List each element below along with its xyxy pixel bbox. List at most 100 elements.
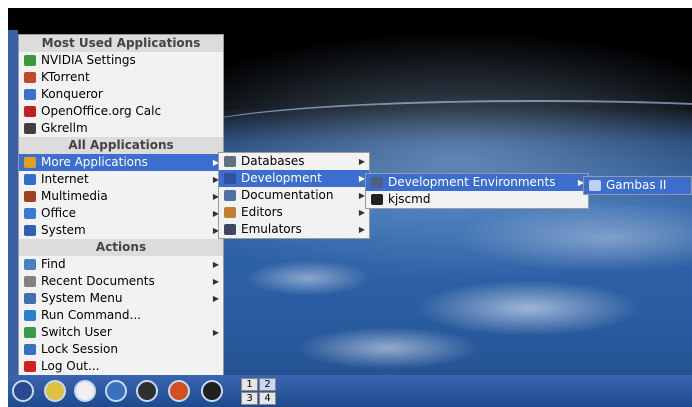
submenu-arrow-icon: ▶: [358, 157, 365, 166]
pclinuxos-menu-icon[interactable]: [12, 380, 34, 402]
find-icon: [24, 259, 36, 270]
menu-item-internet[interactable]: Internet ▶: [19, 171, 223, 188]
menu-item-find[interactable]: Find ▶: [19, 256, 223, 273]
submenu-arrow-icon: ▶: [212, 277, 219, 286]
taskbar: 1 2 3 4: [8, 375, 692, 407]
all-apps-header: All Applications: [19, 137, 223, 154]
editors-icon: [224, 207, 236, 218]
dev-env-submenu: Gambas II: [583, 176, 692, 195]
network-icon[interactable]: [136, 380, 158, 402]
menu-item-konqueror[interactable]: Konqueror: [19, 86, 223, 103]
development-icon: [224, 173, 236, 184]
menu-item-multimedia[interactable]: Multimedia ▶: [19, 188, 223, 205]
menu-item-switch-user[interactable]: Switch User ▶: [19, 324, 223, 341]
menu-item-more-applications-label: More Applications: [41, 155, 148, 169]
main-menu: Most Used Applications NVIDIA Settings KT…: [18, 34, 224, 376]
desktop-1-button[interactable]: 1: [241, 378, 258, 391]
gambas-icon: [589, 180, 601, 191]
menu-item-internet-label: Internet: [41, 172, 89, 186]
submenu-item-gambas-ii[interactable]: Gambas II: [584, 177, 691, 194]
system-icon: [24, 225, 36, 236]
databases-icon: [224, 156, 236, 167]
menu-item-office[interactable]: Office ▶: [19, 205, 223, 222]
menu-item-switch-user-label: Switch User: [41, 325, 112, 339]
submenu-item-development-environments-label: Development Environments: [388, 175, 556, 189]
submenu-item-gambas-ii-label: Gambas II: [606, 178, 667, 192]
menu-item-ktorrent[interactable]: KTorrent: [19, 69, 223, 86]
control-center-icon[interactable]: [105, 380, 127, 402]
home-icon[interactable]: [74, 380, 96, 402]
submenu-item-editors-label: Editors: [241, 205, 283, 219]
calc-icon: [24, 106, 36, 117]
menu-item-system-menu[interactable]: System Menu ▶: [19, 290, 223, 307]
submenu-item-documentation[interactable]: Documentation ▶: [219, 187, 369, 204]
submenu-arrow-icon: ▶: [212, 294, 219, 303]
menu-item-ktorrent-label: KTorrent: [41, 70, 90, 84]
logout-icon: [24, 361, 36, 372]
menu-item-more-applications[interactable]: More Applications ▶: [19, 154, 223, 171]
submenu-item-emulators[interactable]: Emulators ▶: [219, 221, 369, 238]
submenu-item-kjscmd[interactable]: kjscmd: [366, 191, 588, 208]
terminal-icon: [371, 194, 383, 205]
menu-item-system[interactable]: System ▶: [19, 222, 223, 239]
desktop-2-button[interactable]: 2: [259, 378, 276, 391]
menu-sidebar: [8, 30, 18, 375]
submenu-arrow-icon: ▶: [358, 225, 365, 234]
office-icon: [24, 208, 36, 219]
submenu-item-development-environments[interactable]: Development Environments ▶: [366, 174, 588, 191]
lock-icon: [24, 344, 36, 355]
switch-user-icon: [24, 327, 36, 338]
ktorrent-icon: [24, 72, 36, 83]
gkrellm-icon: [24, 123, 36, 134]
menu-item-log-out-label: Log Out...: [41, 359, 100, 373]
text-editor-icon[interactable]: [44, 380, 66, 402]
submenu-item-kjscmd-label: kjscmd: [388, 192, 431, 206]
submenu-arrow-icon: ▶: [212, 260, 219, 269]
firefox-icon[interactable]: [168, 380, 190, 402]
menu-item-gkrellm[interactable]: Gkrellm: [19, 120, 223, 137]
power-icon[interactable]: [201, 380, 223, 402]
most-used-header: Most Used Applications: [19, 35, 223, 52]
more-apps-icon: [24, 157, 36, 168]
menu-item-system-menu-label: System Menu: [41, 291, 123, 305]
actions-header: Actions: [19, 239, 223, 256]
menu-item-system-label: System: [41, 223, 86, 237]
submenu-item-emulators-label: Emulators: [241, 222, 302, 236]
documentation-icon: [224, 190, 236, 201]
menu-item-nvidia-settings[interactable]: NVIDIA Settings: [19, 52, 223, 69]
menu-item-konqueror-label: Konqueror: [41, 87, 103, 101]
multimedia-icon: [24, 191, 36, 202]
menu-item-nvidia-settings-label: NVIDIA Settings: [41, 53, 136, 67]
emulators-icon: [224, 224, 236, 235]
menu-item-openoffice-org-calc[interactable]: OpenOffice.org Calc: [19, 103, 223, 120]
more-apps-submenu: Databases ▶ Development ▶ Documentation ▶ Edit…: [218, 152, 370, 239]
submenu-item-databases-label: Databases: [241, 154, 305, 168]
run-icon: [24, 310, 36, 321]
submenu-item-development-label: Development: [241, 171, 322, 185]
konqueror-icon: [24, 89, 36, 100]
submenu-item-editors[interactable]: Editors ▶: [219, 204, 369, 221]
system-menu-icon: [24, 293, 36, 304]
submenu-arrow-icon: ▶: [212, 328, 219, 337]
menu-item-lock-session[interactable]: Lock Session: [19, 341, 223, 358]
internet-icon: [24, 174, 36, 185]
submenu-item-documentation-label: Documentation: [241, 188, 334, 202]
menu-item-office-label: Office: [41, 206, 77, 220]
menu-item-recent-documents[interactable]: Recent Documents ▶: [19, 273, 223, 290]
desktop-3-button[interactable]: 3: [241, 392, 258, 405]
menu-item-multimedia-label: Multimedia: [41, 189, 108, 203]
nvidia-icon: [24, 55, 36, 66]
dev-env-icon: [371, 177, 383, 188]
menu-item-openoffice-org-calc-label: OpenOffice.org Calc: [41, 104, 162, 118]
menu-item-find-label: Find: [41, 257, 66, 271]
development-submenu: Development Environments ▶ kjscmd: [365, 173, 589, 209]
menu-item-run-command-label: Run Command...: [41, 308, 141, 322]
menu-item-lock-session-label: Lock Session: [41, 342, 118, 356]
desktop-4-button[interactable]: 4: [259, 392, 276, 405]
submenu-item-development[interactable]: Development ▶: [219, 170, 369, 187]
menu-item-log-out[interactable]: Log Out...: [19, 358, 223, 375]
menu-item-gkrellm-label: Gkrellm: [41, 121, 88, 135]
recent-docs-icon: [24, 276, 36, 287]
menu-item-run-command[interactable]: Run Command...: [19, 307, 223, 324]
submenu-item-databases[interactable]: Databases ▶: [219, 153, 369, 170]
